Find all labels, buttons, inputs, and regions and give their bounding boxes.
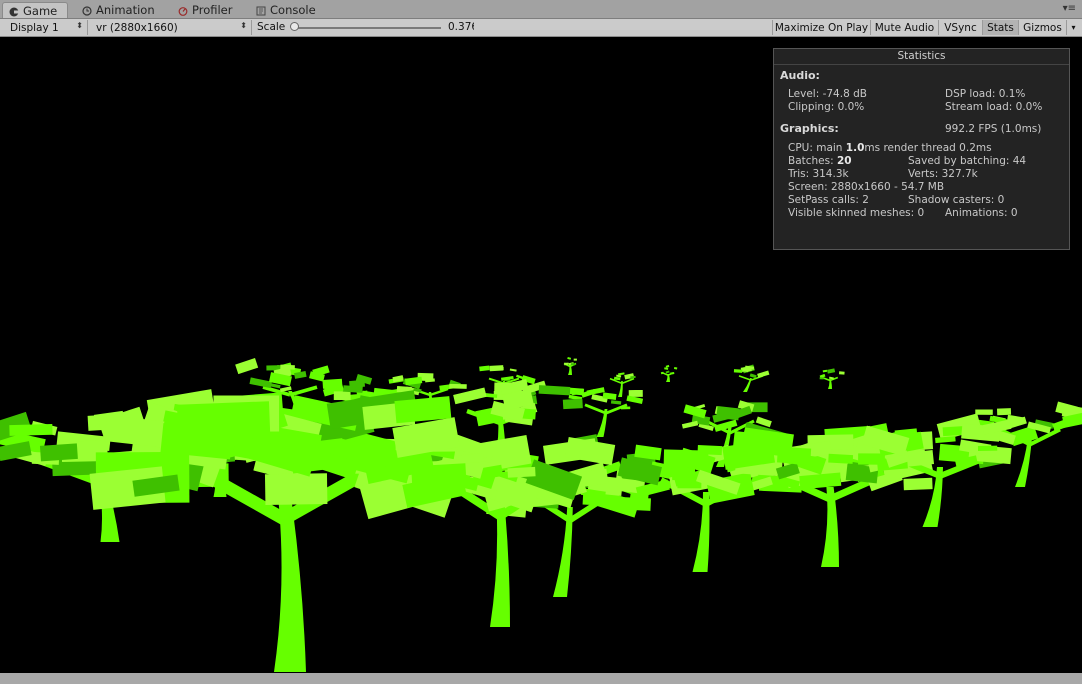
audio-clipping: Clipping: 0.0% [788,101,865,113]
stream-load: Stream load: 0.0% [945,101,1043,113]
scale-label: Scale [257,21,286,33]
statistics-title: Statistics [897,50,946,62]
bottom-border [0,673,1082,684]
tab-console-label: Console [270,3,316,17]
tree [733,364,770,392]
vsync-button[interactable]: VSync [938,20,982,35]
visible-skinned-meshes: Visible skinned meshes: 0 [788,207,925,219]
maximize-on-play-button[interactable]: Maximize On Play [772,20,870,35]
tab-animation[interactable]: Animation [76,2,160,18]
tab-profiler[interactable]: Profiler [172,2,244,18]
tab-game[interactable]: Game [2,2,68,18]
scale-value: 0.376 [448,21,474,33]
tree [858,413,1016,527]
window-tab-bar: Game Animation Profiler Console ▾≡ [0,0,1082,19]
saved-by-batching: Saved by batching: 44 [908,155,1027,167]
verts-count: Verts: 327.7k [908,168,978,180]
game-view-toolbar: Display 1 ⬍ vr (2880x1660) ⬍ Scale 0.376… [0,19,1082,37]
tab-animation-label: Animation [96,3,155,17]
scale-slider-track[interactable] [293,27,441,29]
tree [819,368,845,389]
statistics-panel: Statistics Audio: Level: -74.8 dB DSP lo… [773,48,1070,250]
updown-arrow-icon: ⬍ [240,21,247,30]
resolution-dropdown[interactable]: vr (2880x1660) ⬍ [90,20,252,35]
tris-count: Tris: 314.3k [788,168,849,180]
tree [563,356,577,375]
console-icon [256,5,266,16]
tab-console[interactable]: Console [250,2,322,18]
scale-slider-handle[interactable] [290,22,299,31]
batches: Batches: 20 [788,155,852,167]
batches-count: 20 [837,155,852,167]
display-dropdown[interactable]: Display 1 ⬍ [4,20,88,35]
gizmos-dropdown-arrow-icon[interactable]: ▾ [1066,20,1080,35]
tree [660,364,678,382]
audio-header: Audio: [780,69,820,82]
dsp-load: DSP load: 0.1% [945,88,1026,100]
cpu-prefix: CPU: main [788,142,846,154]
cpu-main-time: 1.0 [845,142,865,154]
profiler-icon [178,5,188,16]
screen-info: Screen: 2880x1660 - 54.7 MB [788,181,945,193]
graphics-header: Graphics: [780,122,839,135]
game-controller-icon [9,6,19,16]
cpu-suffix: ms render thread 0.2ms [864,142,992,154]
statistics-divider [774,64,1069,65]
tree [562,387,644,437]
gizmos-button[interactable]: Gizmos [1018,20,1066,35]
fps-readout: 992.2 FPS (1.0ms) [945,123,1042,135]
audio-level: Level: -74.8 dB [788,88,867,100]
resolution-dropdown-value: vr (2880x1660) [96,21,178,34]
clock-icon [82,5,92,16]
stats-button[interactable]: Stats [982,20,1018,35]
setpass-calls: SetPass calls: 2 [788,194,869,206]
tab-context-menu-icon[interactable]: ▾≡ [1063,3,1076,14]
tree [89,389,467,672]
display-dropdown-value: Display 1 [10,21,59,34]
tab-game-label: Game [23,3,58,18]
batches-prefix: Batches: [788,155,837,167]
updown-arrow-icon: ⬍ [76,21,83,30]
mute-audio-button[interactable]: Mute Audio [870,20,938,35]
cpu-timing: CPU: main 1.0ms render thread 0.2ms [788,142,992,154]
tab-profiler-label: Profiler [192,3,233,17]
animations-count: Animations: 0 [945,207,1018,219]
shadow-casters: Shadow casters: 0 [908,194,1005,206]
